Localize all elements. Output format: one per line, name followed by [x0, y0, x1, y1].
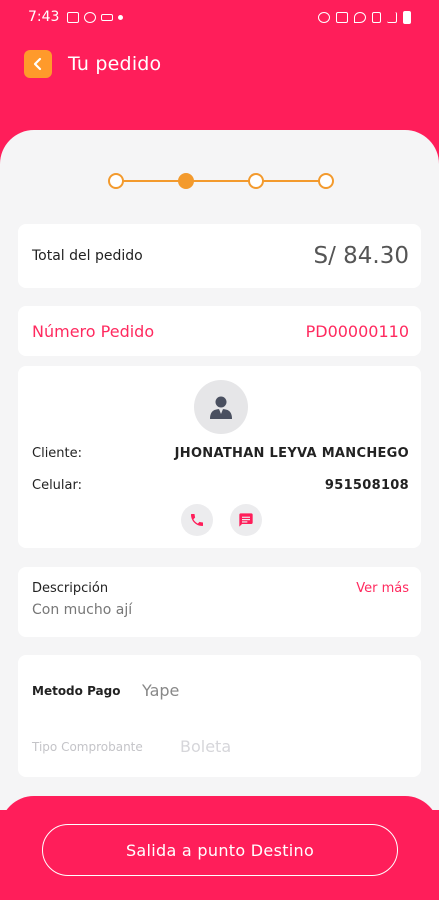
whatsapp-icon [84, 11, 97, 23]
receipt-type-value: Boleta [180, 737, 232, 756]
phone-value: 951508108 [324, 478, 409, 493]
data-icon [372, 11, 381, 23]
client-card: Cliente: JHONATHAN LEYVA MANCHEGO Celula… [18, 366, 421, 548]
description-card: Descripción Ver más Con mucho ají [18, 567, 421, 637]
order-number-value: PD00000110 [305, 321, 409, 341]
chevron-left-icon [33, 57, 42, 71]
status-right-icons [318, 10, 411, 24]
avatar [194, 380, 248, 434]
user-icon [210, 396, 232, 419]
mute-icon [336, 11, 348, 23]
payment-card: Metodo Pago Yape Tipo Comprobante Boleta [18, 655, 421, 777]
call-button[interactable] [181, 504, 213, 536]
alarm-icon [318, 11, 330, 23]
chat-icon [239, 513, 253, 527]
payment-method-label: Metodo Pago [32, 683, 121, 698]
signal-icon [387, 11, 397, 23]
battery-icon [403, 10, 411, 24]
voicemail-icon [101, 13, 114, 21]
status-bar: 7:43 [0, 0, 439, 34]
status-left-icons [67, 11, 124, 23]
phone-row: Celular: 951508108 [32, 478, 409, 493]
message-button[interactable] [230, 504, 262, 536]
location-icon [354, 11, 366, 23]
phone-icon [191, 514, 203, 526]
stepper-line [116, 180, 326, 182]
order-total-card: Total del pedido S/ 84.30 [18, 224, 421, 288]
notification-dot-icon [118, 14, 124, 20]
header: Tu pedido [24, 48, 161, 80]
bottom-action-panel: Salida a punto Destino [0, 796, 439, 900]
client-name: JHONATHAN LEYVA MANCHEGO [174, 446, 409, 461]
status-time: 7:43 [28, 9, 60, 25]
client-label: Cliente: [32, 446, 83, 461]
see-more-link[interactable]: Ver más [356, 581, 409, 596]
stepper-step-2 [178, 173, 194, 189]
description-text: Con mucho ají [32, 602, 133, 618]
order-number-label: Número Pedido [32, 321, 155, 341]
payment-method-row[interactable]: Metodo Pago Yape [32, 681, 179, 700]
order-number-card: Número Pedido PD00000110 [18, 306, 421, 356]
order-total-value: S/ 84.30 [313, 243, 409, 269]
order-progress-stepper [108, 172, 334, 190]
payment-method-value: Yape [142, 681, 180, 700]
receipt-type-row[interactable]: Tipo Comprobante Boleta [32, 737, 231, 756]
phone-label: Celular: [32, 478, 83, 493]
page-title: Tu pedido [68, 53, 162, 75]
order-total-label: Total del pedido [32, 248, 143, 264]
gallery-icon [67, 11, 80, 23]
description-header: Descripción Ver más [32, 581, 409, 596]
client-row: Cliente: JHONATHAN LEYVA MANCHEGO [32, 446, 409, 461]
back-button[interactable] [24, 50, 52, 78]
stepper-step-3 [248, 173, 264, 189]
receipt-type-label: Tipo Comprobante [32, 739, 143, 754]
depart-to-destination-button[interactable]: Salida a punto Destino [42, 824, 398, 876]
stepper-step-4 [318, 173, 334, 189]
description-label: Descripción [32, 581, 109, 596]
stepper-step-1 [108, 173, 124, 189]
